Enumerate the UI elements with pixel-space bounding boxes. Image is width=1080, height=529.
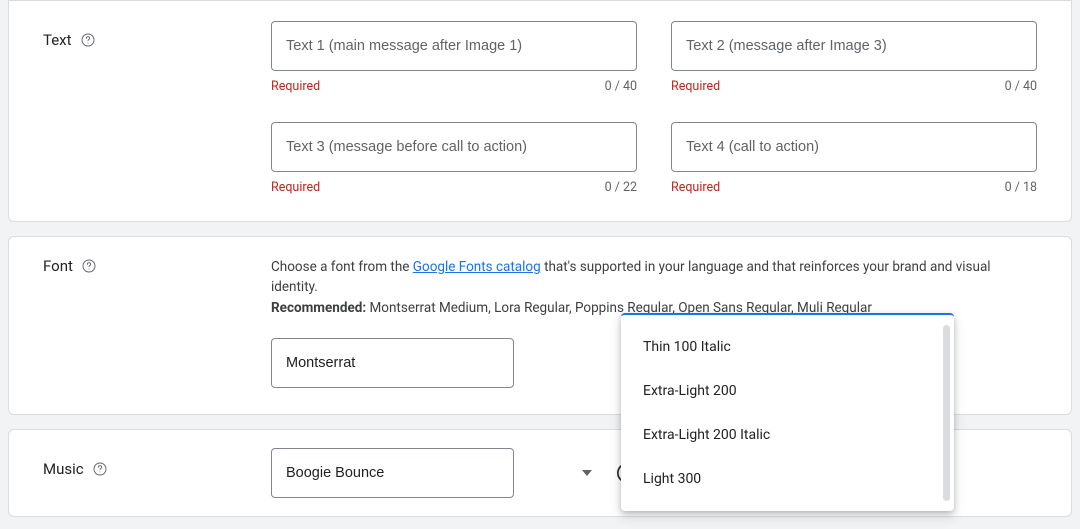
- text-input-2[interactable]: [671, 21, 1037, 71]
- font-weight-option[interactable]: Thin 100 Italic: [621, 325, 954, 369]
- text-fields: Required 0 / 40 Required 0 / 40 Required: [271, 21, 1037, 195]
- text-section-label: Text: [43, 31, 72, 49]
- char-counter: 0 / 40: [1005, 79, 1037, 94]
- required-label: Required: [671, 180, 720, 195]
- text-card: Text Required 0 / 40 Req: [8, 0, 1072, 222]
- chevron-down-icon: [582, 470, 592, 476]
- font-desc-prefix: Choose a font from the: [271, 259, 413, 275]
- required-label: Required: [671, 79, 720, 94]
- font-weight-dropdown[interactable]: Thin 100 Italic Extra-Light 200 Extra-Li…: [621, 313, 954, 511]
- text-input-1[interactable]: [271, 21, 637, 71]
- music-track-input[interactable]: [271, 448, 514, 498]
- required-label: Required: [271, 79, 320, 94]
- help-icon[interactable]: [92, 461, 108, 477]
- text-field-3: Required 0 / 22: [271, 122, 637, 195]
- recommended-label: Recommended:: [271, 300, 366, 316]
- font-weight-option[interactable]: Light 300: [621, 457, 954, 501]
- text-field-1: Required 0 / 40: [271, 21, 637, 94]
- dropdown-scrollbar[interactable]: [943, 325, 950, 501]
- font-weight-option[interactable]: Extra-Light 200 Italic: [621, 413, 954, 457]
- char-counter: 0 / 22: [605, 180, 637, 195]
- text-label-col: Text: [43, 21, 271, 49]
- font-description: Choose a font from the Google Fonts cata…: [271, 257, 1037, 318]
- font-family-select[interactable]: [271, 338, 637, 388]
- font-weight-option[interactable]: Extra-Light 200: [621, 369, 954, 413]
- music-section-label: Music: [43, 460, 84, 478]
- font-section-label: Font: [43, 257, 73, 275]
- char-counter: 0 / 40: [605, 79, 637, 94]
- help-icon[interactable]: [80, 32, 96, 48]
- text-input-4[interactable]: [671, 122, 1037, 172]
- required-label: Required: [271, 180, 320, 195]
- char-counter: 0 / 18: [1005, 180, 1037, 195]
- font-label-col: Font: [43, 257, 271, 275]
- text-field-4: Required 0 / 18: [671, 122, 1037, 195]
- music-label-col: Music: [43, 448, 271, 478]
- music-track-select[interactable]: [271, 448, 604, 498]
- text-input-3[interactable]: [271, 122, 637, 172]
- text-field-2: Required 0 / 40: [671, 21, 1037, 94]
- google-fonts-link[interactable]: Google Fonts catalog: [413, 259, 541, 275]
- font-family-input[interactable]: [271, 338, 514, 388]
- help-icon[interactable]: [81, 258, 97, 274]
